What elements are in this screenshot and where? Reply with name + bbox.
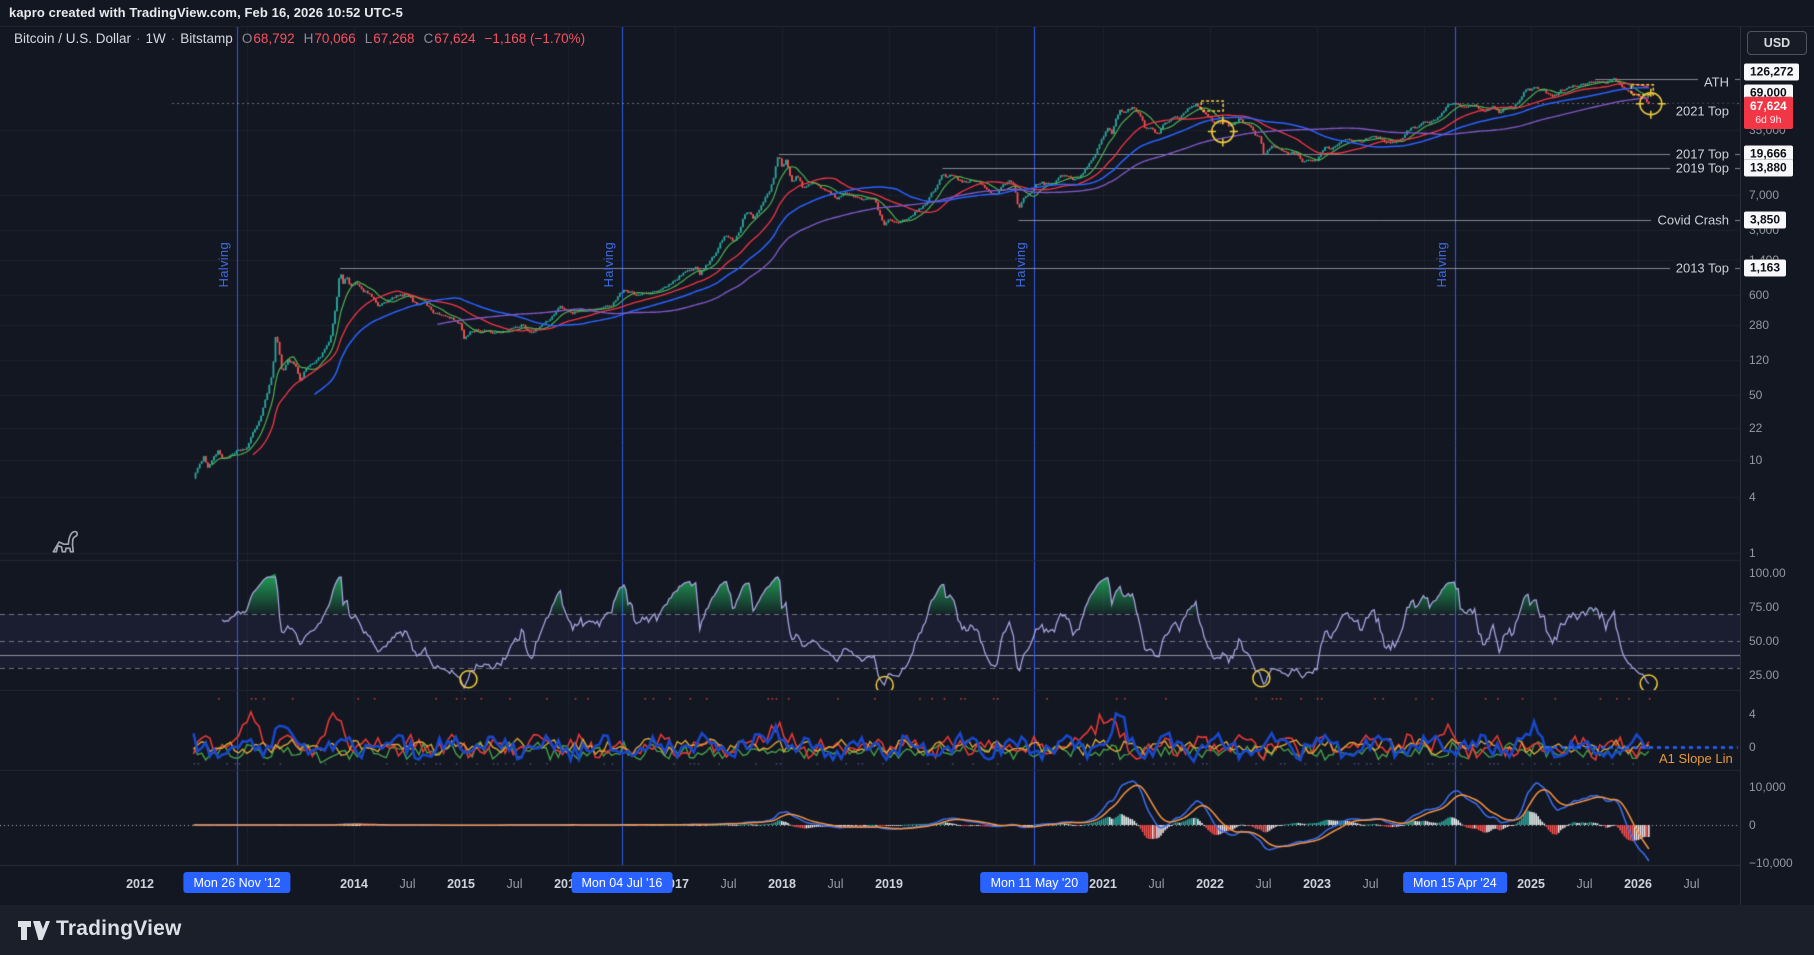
level-label-2021-top: 2021 Top: [1670, 103, 1735, 118]
footer-bar: TradingView: [0, 905, 1814, 955]
change-value: −1,168 (−1.70%): [485, 31, 586, 46]
price-tick-label: 50: [1749, 388, 1762, 402]
ohlc-value: 68,792: [253, 31, 294, 46]
time-axis-month-label: Jul: [721, 877, 737, 891]
halving-date-badge: Mon 04 Jul '16: [571, 872, 672, 893]
slope-indicator-label: A1 Slope Lin: [1659, 751, 1733, 766]
time-axis-year-label: 2026: [1624, 877, 1652, 891]
price-tick-label: 4: [1749, 490, 1756, 504]
time-axis-year-label: 2019: [875, 877, 903, 891]
time-axis-month-label: Jul: [1363, 877, 1379, 891]
time-axis-month-label: Jul: [1149, 877, 1165, 891]
symbol-legend[interactable]: Bitcoin / U.S. Dollar·1W·BitstampO68,792…: [14, 31, 585, 46]
symbol-title: Bitcoin / U.S. Dollar: [14, 31, 131, 46]
flow-axis-tick: 10,000: [1749, 780, 1786, 794]
tradingview-logo-icon[interactable]: [17, 918, 51, 944]
time-axis-month-label: Jul: [1684, 877, 1700, 891]
flow-axis-tick: −10,000: [1749, 856, 1793, 870]
time-axis-year-label: 2014: [340, 877, 368, 891]
time-axis-year-label: 2025: [1517, 877, 1545, 891]
price-level-badge: 13,880: [1744, 159, 1793, 176]
time-axis-year-label: 2015: [447, 877, 475, 891]
exchange-label: Bitstamp: [180, 31, 233, 46]
halving-date-badge: Mon 26 Nov '12: [183, 872, 290, 893]
current-price-badge: 67,6246d 9h: [1744, 97, 1793, 129]
rsi-axis-tick: 25.00: [1749, 668, 1779, 682]
halving-date-badge: Mon 15 Apr '24: [1403, 872, 1507, 893]
ohlc-value: 70,066: [314, 31, 355, 46]
time-axis-month-label: Jul: [507, 877, 523, 891]
price-tick-label: 600: [1749, 288, 1769, 302]
halving-event-label: Halving: [1013, 242, 1028, 287]
halving-event-label: Halving: [1434, 242, 1449, 287]
time-axis-month-label: Jul: [1577, 877, 1593, 891]
tradingview-chart-app: { "header": {"watermark": "kapro created…: [0, 0, 1814, 955]
time-axis-year-label: 2022: [1196, 877, 1224, 891]
ohlc-value: 67,624: [434, 31, 475, 46]
time-axis[interactable]: 2012201320142015201620172018201920202021…: [0, 869, 1740, 905]
ohlc-letter: O: [242, 31, 253, 46]
level-label-ath: ATH: [1698, 74, 1735, 89]
halving-event-label: Halving: [216, 242, 231, 287]
currency-toggle-button[interactable]: USD: [1747, 31, 1807, 55]
time-axis-month-label: Jul: [400, 877, 416, 891]
tradingview-brand-text[interactable]: TradingView: [56, 917, 182, 941]
time-axis-year-label: 2021: [1089, 877, 1117, 891]
ohlc-letter: C: [424, 31, 434, 46]
ohlc-letter: H: [304, 31, 314, 46]
slope-axis-tick: 0: [1749, 740, 1756, 754]
countdown-timer: 6d 9h: [1750, 113, 1787, 127]
price-tick-label: 280: [1749, 318, 1769, 332]
level-label-covid-crash: Covid Crash: [1651, 212, 1735, 227]
price-tick-label: 22: [1749, 421, 1762, 435]
price-tick-label: 120: [1749, 353, 1769, 367]
halving-date-badge: Mon 11 May '20: [981, 872, 1089, 893]
ohlc-value: 67,268: [373, 31, 414, 46]
price-level-badge: 1,163: [1744, 259, 1786, 276]
time-axis-month-label: Jul: [1256, 877, 1272, 891]
top-watermark-bar: kapro created with TradingView.com, Feb …: [0, 0, 1814, 27]
slope-axis-tick: 4: [1749, 707, 1756, 721]
price-level-badge: 126,272: [1744, 63, 1799, 80]
time-axis-month-label: Jul: [828, 877, 844, 891]
ohlc-values: O68,792 H70,066 L67,268 C67,624: [233, 31, 476, 46]
price-tick-label: 1: [1749, 546, 1756, 560]
time-axis-year-label: 2018: [768, 877, 796, 891]
interval-label: 1W: [146, 31, 166, 46]
price-axis[interactable]: USD 35,0007,0003,0001,400600280120502210…: [1740, 26, 1814, 905]
halving-event-label: Halving: [601, 242, 616, 287]
price-level-badge: 3,850: [1744, 211, 1786, 228]
price-tick-label: 10: [1749, 453, 1762, 467]
flow-axis-tick: 0: [1749, 818, 1756, 832]
dino-watermark-icon: [50, 524, 84, 556]
level-label-2013-top: 2013 Top: [1670, 260, 1735, 275]
rsi-axis-tick: 75.00: [1749, 600, 1779, 614]
level-label-2017-top: 2017 Top: [1670, 146, 1735, 161]
ohlc-letter: L: [365, 31, 373, 46]
time-axis-year-label: 2012: [126, 877, 154, 891]
rsi-axis-tick: 100.00: [1749, 566, 1786, 580]
time-axis-year-label: 2023: [1303, 877, 1331, 891]
price-tick-label: 7,000: [1749, 188, 1779, 202]
level-label-2019-top: 2019 Top: [1670, 160, 1735, 175]
watermark-text: kapro created with TradingView.com, Feb …: [9, 5, 403, 20]
rsi-axis-tick: 50.00: [1749, 634, 1779, 648]
main-chart-canvas[interactable]: [0, 0, 1740, 905]
